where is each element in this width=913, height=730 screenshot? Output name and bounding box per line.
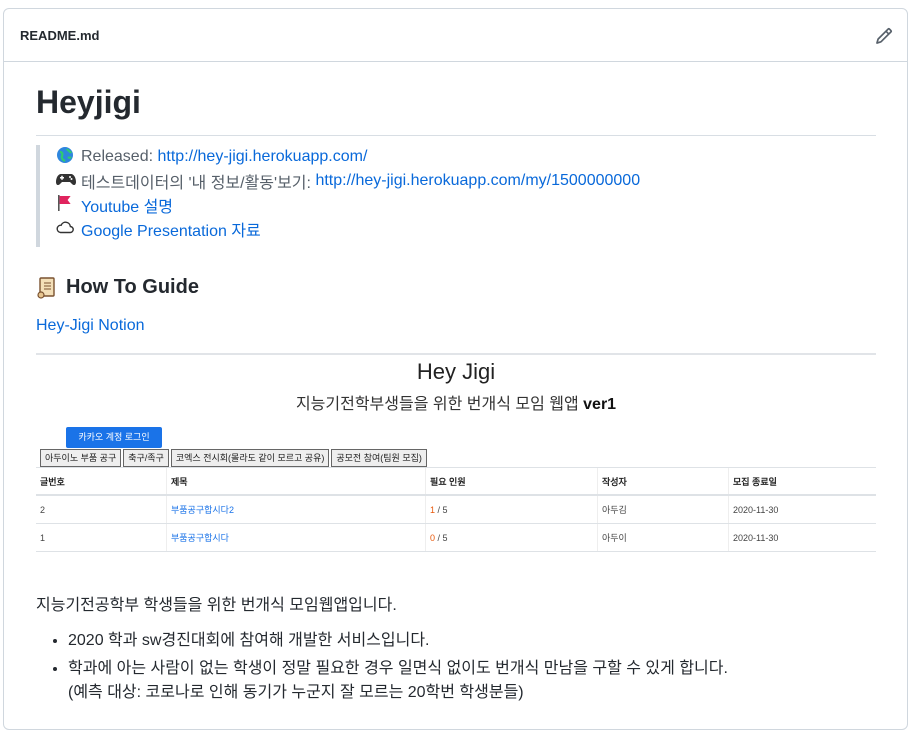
how-to-guide-heading: How To Guide bbox=[36, 275, 199, 299]
google-presentation-link[interactable]: Google Presentation 자료 bbox=[81, 217, 261, 241]
testdata-label: 테스트데이터의 '내 정보/활동'보기: bbox=[81, 175, 311, 192]
app-title: Hey Jigi bbox=[416, 359, 496, 384]
released-label: Released: bbox=[81, 148, 154, 165]
total-count: / 5 bbox=[435, 532, 448, 543]
readme-filename: README.md bbox=[20, 28, 100, 43]
app-screenshot-image: Hey Jigi 지능기전학부생들을 위한 번개식 모임 웹앱 ver1 카카오… bbox=[36, 353, 876, 553]
column-header: 필요 인원 bbox=[425, 467, 598, 496]
posts-table: 글번호 제목 필요 인원 작성자 모집 종료일 2 부품공구합시다2 1 / 5… bbox=[36, 467, 876, 552]
post-title: 부품공구합시다 bbox=[171, 533, 229, 543]
google-line: Google Presentation 자료 bbox=[56, 217, 261, 241]
scroll-icon bbox=[36, 275, 58, 299]
gamepad-icon bbox=[56, 171, 76, 191]
category-button: 공모전 참여(팀원 모집) bbox=[331, 449, 427, 467]
list-item-text: 학과에 아는 사람이 없는 학생이 정말 필요한 경우 일면식 없이도 번개식 … bbox=[68, 660, 728, 677]
cell-title: 부품공구합시다2 bbox=[166, 495, 426, 524]
youtube-link[interactable]: Youtube 설명 bbox=[81, 193, 173, 217]
table-row: 1 부품공구합시다 0 / 5 아두이 2020-11-30 bbox=[36, 523, 876, 552]
category-button: 아두이노 부품 공구 bbox=[40, 449, 122, 467]
cell-end-date: 2020-11-30 bbox=[728, 523, 876, 552]
table-row: 2 부품공구합시다2 1 / 5 아두김 2020-11-30 bbox=[36, 495, 876, 524]
cell-author: 아두김 bbox=[597, 495, 729, 524]
app-subtitle-text: 지능기전학부생들을 위한 번개식 모임 웹앱 bbox=[295, 396, 579, 413]
cell-members: 0 / 5 bbox=[425, 523, 598, 552]
category-button: 축구/족구 bbox=[123, 449, 169, 467]
app-subtitle: 지능기전학부생들을 위한 번개식 모임 웹앱 ver1 bbox=[36, 390, 876, 414]
description-text: 지능기전공학부 학생들을 위한 번개식 모임웹앱입니다. bbox=[36, 597, 397, 614]
column-header: 작성자 bbox=[597, 467, 729, 496]
youtube-line: Youtube 설명 bbox=[56, 193, 173, 217]
testdata-line: 테스트데이터의 '내 정보/활동'보기: http://hey-jigi.her… bbox=[56, 169, 640, 193]
category-button: 코엑스 전시회(몰라도 같이 모르고 공유) bbox=[170, 449, 330, 467]
total-count: / 5 bbox=[435, 504, 448, 515]
cell-number: 2 bbox=[36, 495, 167, 524]
title-divider bbox=[36, 135, 876, 136]
how-to-guide-text: How To Guide bbox=[66, 275, 199, 298]
feature-list: 2020 학과 sw경진대회에 참여해 개발한 서비스입니다. 학과에 아는 사… bbox=[36, 629, 728, 709]
globe-icon bbox=[56, 146, 76, 168]
info-blockquote bbox=[36, 145, 56, 247]
app-subtitle-version: ver1 bbox=[583, 396, 617, 413]
cloud-icon bbox=[56, 220, 76, 238]
list-item: 2020 학과 sw경진대회에 참여해 개발한 서비스입니다. bbox=[68, 629, 728, 653]
list-item: 학과에 아는 사람이 없는 학생이 정말 필요한 경우 일면식 없이도 번개식 … bbox=[68, 657, 728, 705]
column-header: 모집 종료일 bbox=[728, 467, 876, 496]
category-buttons: 아두이노 부품 공구 축구/족구 코엑스 전시회(몰라도 같이 모르고 공유) … bbox=[40, 449, 427, 467]
cell-number: 1 bbox=[36, 523, 167, 552]
readme-container: README.md Heyjigi Released: http://hey-j… bbox=[3, 8, 908, 730]
column-header: 제목 bbox=[166, 467, 426, 496]
released-link[interactable]: http://hey-jigi.herokuapp.com/ bbox=[158, 148, 368, 166]
kakao-login-button: 카카오 계정 로그인 bbox=[66, 427, 162, 448]
red-flag-icon bbox=[56, 194, 76, 216]
pencil-icon[interactable] bbox=[875, 27, 893, 45]
cell-end-date: 2020-11-30 bbox=[728, 495, 876, 524]
notion-link[interactable]: Hey-Jigi Notion bbox=[36, 317, 144, 335]
testdata-link[interactable]: http://hey-jigi.herokuapp.com/my/1500000… bbox=[315, 172, 640, 190]
readme-title: Heyjigi bbox=[36, 84, 141, 120]
list-item-note: (예측 대상: 코로나로 인해 동기가 누군지 잘 모르는 20학번 학생분들) bbox=[68, 684, 524, 701]
released-line: Released: http://hey-jigi.herokuapp.com/ bbox=[56, 145, 367, 169]
table-header-row: 글번호 제목 필요 인원 작성자 모집 종료일 bbox=[36, 467, 876, 496]
post-title: 부품공구합시다2 bbox=[171, 505, 234, 515]
readme-header: README.md bbox=[4, 9, 907, 62]
cell-members: 1 / 5 bbox=[425, 495, 598, 524]
column-header: 글번호 bbox=[36, 467, 167, 496]
cell-title: 부품공구합시다 bbox=[166, 523, 426, 552]
cell-author: 아두이 bbox=[597, 523, 729, 552]
